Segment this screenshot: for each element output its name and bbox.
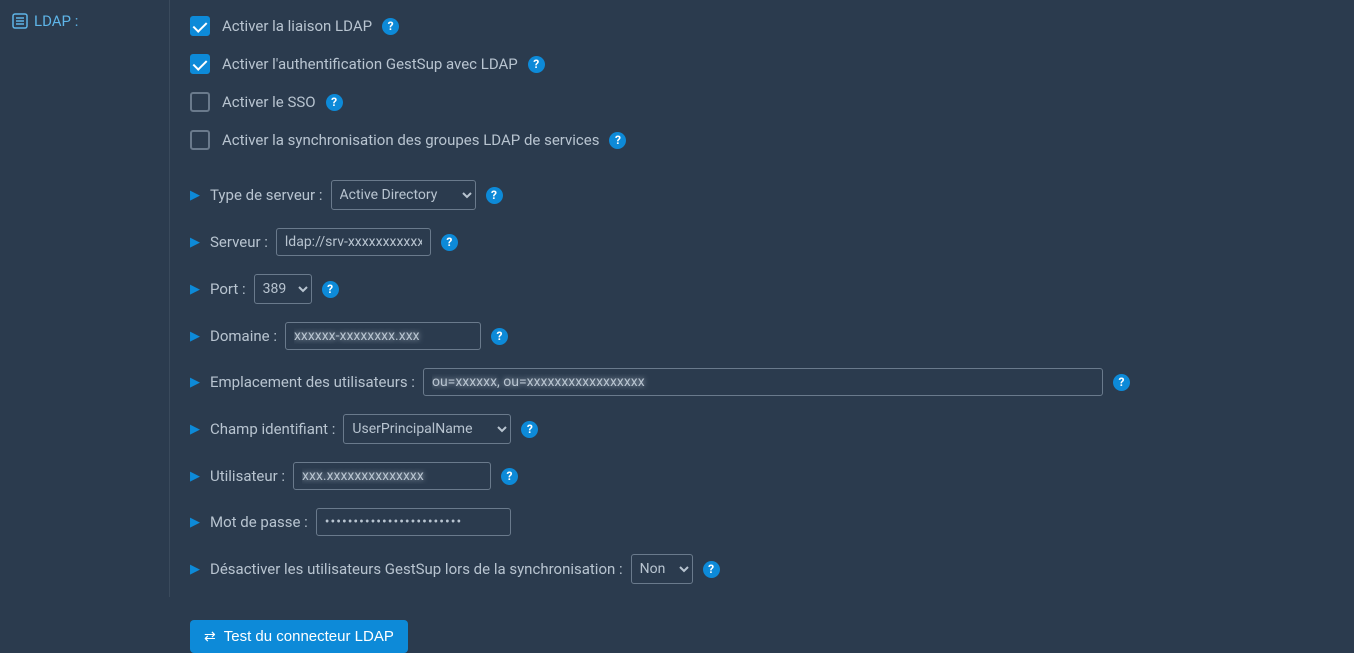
help-icon[interactable]: ? [1113,374,1130,391]
row-enable-sso: Activer le SSO ? [190,92,1334,112]
row-password: ▶ Mot de passe : [190,508,1334,536]
help-icon[interactable]: ? [486,187,503,204]
row-enable-ldap: Activer la liaison LDAP ? [190,16,1334,36]
row-port: ▶ Port : 389 ? [190,274,1334,304]
row-server: ▶ Serveur : ? [190,228,1334,256]
help-icon[interactable]: ? [326,94,343,111]
label-domain: Domaine : [210,327,277,345]
help-icon[interactable]: ? [441,234,458,251]
label-server: Serveur : [210,233,268,251]
input-domain[interactable] [285,322,481,350]
select-ident-field[interactable]: UserPrincipalName [343,414,511,444]
select-port[interactable]: 389 [254,274,312,304]
help-icon[interactable]: ? [491,328,508,345]
label-server-type: Type de serveur : [210,186,323,204]
caret-icon: ▶ [190,282,200,297]
help-icon[interactable]: ? [501,468,518,485]
row-user-location: ▶ Emplacement des utilisateurs : ? [190,368,1334,396]
caret-icon: ▶ [190,562,200,577]
label-user: Utilisateur : [210,467,285,485]
caret-icon: ▶ [190,329,200,344]
caret-icon: ▶ [190,422,200,437]
row-ident-field: ▶ Champ identifiant : UserPrincipalName … [190,414,1334,444]
row-disable-users: ▶ Désactiver les utilisateurs GestSup lo… [190,554,1334,584]
input-password[interactable] [316,508,511,536]
label-enable-sync-groups: Activer la synchronisation des groupes L… [222,131,599,149]
input-user[interactable] [293,462,491,490]
select-disable-users[interactable]: Non [631,554,693,584]
input-server[interactable] [276,228,431,256]
label-enable-sso: Activer le SSO [222,93,316,111]
swap-icon: ⇄ [204,628,216,645]
caret-icon: ▶ [190,515,200,530]
row-user: ▶ Utilisateur : ? [190,462,1334,490]
caret-icon: ▶ [190,469,200,484]
help-icon[interactable]: ? [609,132,626,149]
checkbox-enable-sso[interactable] [190,92,210,112]
caret-icon: ▶ [190,235,200,250]
select-server-type[interactable]: Active Directory [331,180,476,210]
label-disable-users: Désactiver les utilisateurs GestSup lors… [210,560,623,578]
label-password: Mot de passe : [210,513,308,531]
label-user-location: Emplacement des utilisateurs : [210,373,415,391]
sidebar-title-text: LDAP : [34,12,78,30]
help-icon[interactable]: ? [382,18,399,35]
row-enable-sync-groups: Activer la synchronisation des groupes L… [190,130,1334,150]
label-ident-field: Champ identifiant : [210,420,335,438]
help-icon[interactable]: ? [703,561,720,578]
test-connector-button[interactable]: ⇄ Test du connecteur LDAP [190,620,408,653]
test-button-label: Test du connecteur LDAP [224,628,394,645]
checkbox-enable-ldap[interactable] [190,16,210,36]
help-icon[interactable]: ? [521,421,538,438]
label-enable-auth: Activer l'authentification GestSup avec … [222,55,518,73]
sidebar-title: LDAP : [12,12,169,30]
input-user-location[interactable] [423,368,1103,396]
help-icon[interactable]: ? [528,56,545,73]
checkbox-enable-auth[interactable] [190,54,210,74]
list-icon [12,13,28,29]
sidebar: LDAP : [0,0,170,597]
row-server-type: ▶ Type de serveur : Active Directory ? [190,180,1334,210]
row-domain: ▶ Domaine : ? [190,322,1334,350]
caret-icon: ▶ [190,188,200,203]
row-enable-auth: Activer l'authentification GestSup avec … [190,54,1334,74]
label-port: Port : [210,280,246,298]
main-panel: Activer la liaison LDAP ? Activer l'auth… [170,0,1354,597]
caret-icon: ▶ [190,375,200,390]
help-icon[interactable]: ? [322,281,339,298]
label-enable-ldap: Activer la liaison LDAP [222,17,372,35]
checkbox-enable-sync-groups[interactable] [190,130,210,150]
